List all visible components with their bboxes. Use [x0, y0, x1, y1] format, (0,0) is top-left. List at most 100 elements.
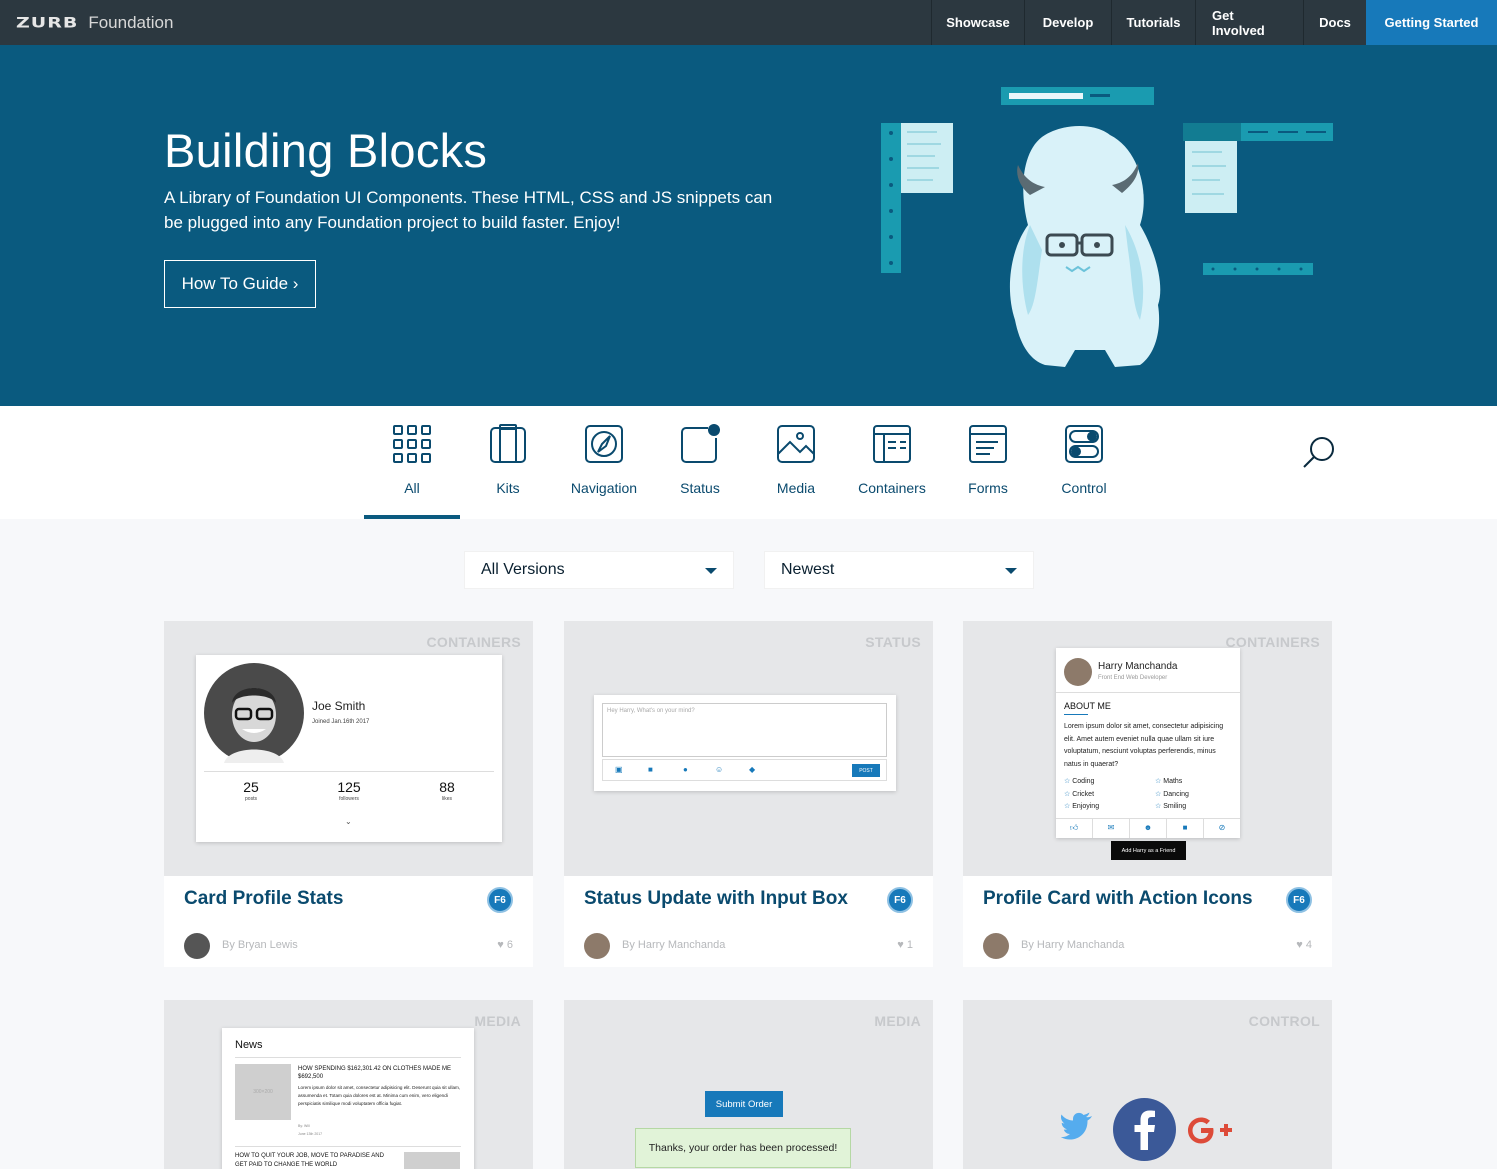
- about-title: ABOUT ME: [1064, 701, 1111, 711]
- card-author[interactable]: By Harry Manchanda: [622, 939, 725, 951]
- hero-subtitle: A Library of Foundation UI Components. T…: [164, 188, 773, 232]
- news-thumbnail: 300×200: [235, 1064, 291, 1120]
- card-preview[interactable]: MEDIA Submit Order Thanks, your order ha…: [564, 1000, 933, 1169]
- category-status[interactable]: Status: [652, 406, 748, 519]
- message-icon: ✉: [1093, 819, 1130, 838]
- card-title[interactable]: Profile Card with Action Icons: [983, 888, 1253, 910]
- version-badge: F6: [1286, 887, 1312, 913]
- divider: [204, 771, 494, 772]
- category-label: Media: [776, 480, 816, 496]
- image-icon: [777, 425, 815, 463]
- interest: Smiling: [1163, 803, 1187, 810]
- chevron-down-icon: [1005, 568, 1017, 574]
- card-title[interactable]: Card Profile Stats: [184, 888, 343, 910]
- category-control[interactable]: Control: [1036, 406, 1132, 519]
- chevron-down-icon: [705, 568, 717, 574]
- grid-icon: [393, 425, 431, 463]
- nav-tutorials[interactable]: Tutorials: [1111, 0, 1195, 45]
- version-select[interactable]: All Versions: [464, 551, 734, 589]
- nav-showcase[interactable]: Showcase: [931, 0, 1024, 45]
- card-likes[interactable]: ♥ 1: [897, 939, 913, 951]
- category-label: Navigation: [570, 480, 638, 496]
- card-likes[interactable]: ♥ 4: [1296, 939, 1312, 951]
- category-containers[interactable]: Containers: [844, 406, 940, 519]
- tag-icon: ◆: [749, 765, 756, 774]
- card-preview[interactable]: CONTROL: [963, 1000, 1332, 1169]
- status-placeholder: Hey Harry, What's on your mind?: [607, 708, 695, 714]
- divider: [235, 1057, 461, 1058]
- card-preview[interactable]: MEDIA News 300×200 HOW SPENDING $162,301…: [164, 1000, 533, 1169]
- component-card[interactable]: CONTAINERS Harry Manchanda Front End Web…: [963, 621, 1332, 967]
- news-thumbnail: [404, 1152, 460, 1169]
- heart-icon: ♥: [497, 939, 507, 951]
- status-textarea: Hey Harry, What's on your mind?: [602, 703, 887, 757]
- divider: [235, 1146, 461, 1147]
- stat-label: posts: [245, 796, 257, 802]
- action-icons-row: 👍︎ ✉ ☻ ■ ⊘: [1056, 818, 1240, 838]
- news-item-title: HOW SPENDING $162,301.42 ON CLOTHES MADE…: [298, 1066, 452, 1080]
- likes-count: 1: [906, 939, 913, 951]
- card-author[interactable]: By Harry Manchanda: [1021, 939, 1124, 951]
- component-card[interactable]: CONTAINERS Joe Smith Joined Jan.16th 201…: [164, 621, 533, 967]
- getting-started-button[interactable]: Getting Started: [1366, 0, 1497, 45]
- card-preview[interactable]: STATUS Hey Harry, What's on your mind? ▣…: [564, 621, 933, 876]
- component-card[interactable]: STATUS Hey Harry, What's on your mind? ▣…: [564, 621, 933, 967]
- news-title: News: [235, 1039, 263, 1051]
- success-callout: Thanks, your order has been processed!: [635, 1128, 851, 1168]
- category-tag: STATUS: [865, 634, 921, 650]
- profile-joined: Joined Jan.16th 2017: [312, 719, 370, 725]
- card-title[interactable]: Status Update with Input Box: [584, 888, 848, 910]
- category-kits[interactable]: Kits: [460, 406, 556, 519]
- add-friend-icon: ☻: [1130, 819, 1167, 838]
- category-all[interactable]: All: [364, 406, 460, 519]
- news-preview: News 300×200 HOW SPENDING $162,301.42 ON…: [222, 1028, 474, 1169]
- how-to-guide-button[interactable]: How To Guide ›: [164, 260, 316, 308]
- stat-value: 25: [243, 779, 259, 795]
- category-tag: CONTAINERS: [426, 634, 521, 650]
- nav-get-involved[interactable]: Get Involved: [1195, 0, 1303, 45]
- profile-card-preview: Harry Manchanda Front End Web Developer …: [1056, 648, 1240, 838]
- news-item-title: HOW TO QUIT YOUR JOB, MOVE TO PARADISE A…: [235, 1153, 384, 1168]
- brand-name[interactable]: Foundation: [88, 13, 173, 33]
- interest: Maths: [1163, 778, 1183, 785]
- stat-value: 125: [337, 779, 361, 795]
- heart-icon: ♥: [897, 939, 907, 951]
- category-navigation[interactable]: Navigation: [556, 406, 652, 519]
- version-badge: F6: [887, 887, 913, 913]
- profile-name: Harry Manchanda: [1098, 661, 1178, 672]
- like-icon: 👍︎: [1056, 819, 1093, 838]
- author-avatar: [983, 933, 1009, 959]
- card-preview[interactable]: CONTAINERS Joe Smith Joined Jan.16th 201…: [164, 621, 533, 876]
- avatar: [204, 663, 304, 763]
- likes-count: 4: [1305, 939, 1312, 951]
- component-card[interactable]: CONTROL: [963, 1000, 1332, 1169]
- category-forms[interactable]: Forms: [940, 406, 1036, 519]
- nav-docs[interactable]: Docs: [1303, 0, 1366, 45]
- gift-icon: ■: [1167, 819, 1204, 838]
- component-card[interactable]: MEDIA Submit Order Thanks, your order ha…: [564, 1000, 933, 1169]
- brand[interactable]: ZURB Foundation: [0, 0, 931, 45]
- divider: [1056, 692, 1240, 693]
- component-card[interactable]: MEDIA News 300×200 HOW SPENDING $162,301…: [164, 1000, 533, 1169]
- card-preview[interactable]: CONTAINERS Harry Manchanda Front End Web…: [963, 621, 1332, 876]
- avatar: [1064, 658, 1092, 686]
- sort-select[interactable]: Newest: [764, 551, 1034, 589]
- category-media[interactable]: Media: [748, 406, 844, 519]
- news-item-meta: By: Will: [298, 1124, 310, 1128]
- card-author[interactable]: By Bryan Lewis: [222, 939, 298, 951]
- top-bar: ZURB Foundation Showcase Develop Tutoria…: [0, 0, 1497, 45]
- card-likes[interactable]: ♥ 6: [497, 939, 513, 951]
- interests-left: ☆ Coding ☆ Cricket ☆ Enjoying: [1064, 778, 1100, 810]
- interest: Cricket: [1072, 790, 1095, 798]
- chevron-down-icon: ⌄: [345, 817, 352, 826]
- google-plus-icon: [1188, 1117, 1232, 1144]
- category-label: Kits: [496, 480, 520, 496]
- interest: Dancing: [1163, 790, 1189, 798]
- search-icon[interactable]: [1300, 434, 1338, 472]
- stat-label: followers: [339, 796, 359, 802]
- about-text: Lorem ipsum dolor sit amet, consectetur …: [1064, 723, 1224, 768]
- zurb-logo[interactable]: ZURB: [16, 14, 78, 31]
- top-nav: Showcase Develop Tutorials Get Involved …: [931, 0, 1497, 45]
- nav-develop[interactable]: Develop: [1024, 0, 1111, 45]
- photo-icon: ▣: [615, 765, 623, 774]
